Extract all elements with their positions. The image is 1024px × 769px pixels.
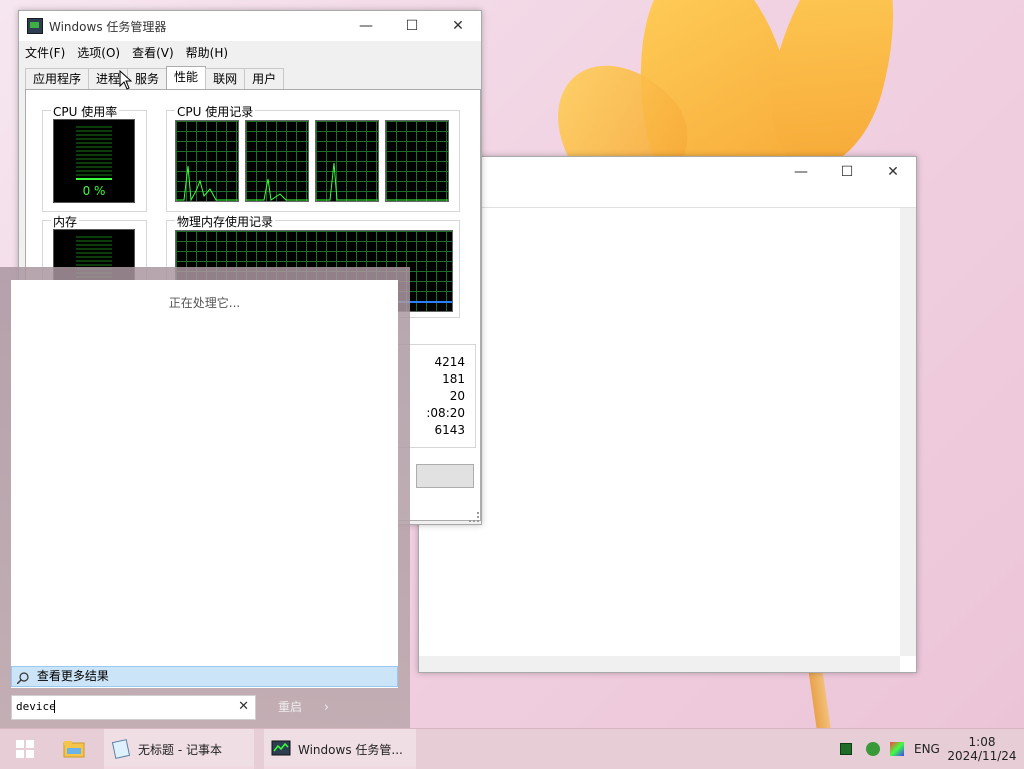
menu-bar: 文件(F) 选项(O) 查看(V) 帮助(H)	[19, 41, 234, 61]
cpu-usage-value: 0 %	[82, 184, 106, 198]
clock[interactable]: 1:08 2024/11/24	[944, 729, 1020, 769]
resource-monitor-button[interactable]	[416, 464, 474, 488]
cpu-history-graph	[315, 120, 379, 202]
horizontal-scrollbar[interactable]	[419, 656, 900, 672]
task-manager-icon	[27, 18, 43, 34]
minimize-button[interactable]: —	[343, 11, 389, 41]
tab-users[interactable]: 用户	[244, 68, 285, 89]
processing-text: 正在处理它...	[168, 296, 241, 310]
stat-value: 6143	[434, 423, 465, 437]
taskbar-app-task-manager[interactable]: Windows 任务管...	[264, 729, 416, 769]
restart-button[interactable]: 重启 ›	[278, 698, 329, 715]
windows-logo-icon	[16, 740, 34, 758]
menu-view[interactable]: 查看(V)	[126, 41, 180, 61]
clear-search-icon[interactable]: ✕	[238, 699, 249, 714]
clock-time: 1:08	[968, 735, 996, 749]
tab-performance[interactable]: 性能	[166, 66, 207, 89]
language-indicator[interactable]: ENG	[914, 742, 940, 756]
cpu-usage-group: CPU 使用率 0 %	[42, 103, 147, 212]
tab-services[interactable]: 服务	[127, 68, 168, 89]
cpu-history-graph	[245, 120, 309, 202]
resize-grip[interactable]	[469, 512, 479, 522]
search-pane: 正在处理它... 查看更多结果 device ✕ 重启 ›	[0, 267, 410, 728]
start-button[interactable]	[8, 729, 42, 769]
search-icon	[16, 671, 29, 684]
see-more-results-button[interactable]: 查看更多结果	[11, 666, 398, 687]
mouse-pointer-icon	[119, 70, 133, 90]
search-results-area: 正在处理它...	[11, 280, 398, 688]
system-tray: ENG	[840, 729, 950, 769]
text-cursor	[54, 700, 55, 713]
file-explorer-button[interactable]	[56, 729, 92, 769]
notepad-icon	[111, 739, 131, 759]
taskbar-app-label: 无标题 - 记事本	[138, 742, 222, 757]
cpu-usage-meter: 0 %	[53, 119, 135, 203]
task-manager-titlebar[interactable]: Windows 任务管理器 — ☐ ✕	[19, 11, 481, 41]
task-manager-icon	[271, 740, 291, 756]
tab-applications[interactable]: 应用程序	[25, 68, 90, 89]
menu-help[interactable]: 帮助(H)	[180, 41, 234, 61]
folder-icon	[63, 741, 85, 758]
stat-value: :08:20	[426, 406, 465, 420]
restart-label: 重启	[278, 700, 303, 714]
display-icon[interactable]	[890, 742, 904, 756]
stat-value: 4214	[434, 355, 465, 369]
see-more-results-label: 查看更多结果	[36, 669, 109, 683]
maximize-button[interactable]: ☐	[824, 157, 870, 187]
close-button[interactable]: ✕	[435, 11, 481, 41]
cpu-usage-label: CPU 使用率	[51, 103, 120, 120]
stat-value: 20	[449, 389, 465, 403]
menu-options[interactable]: 选项(O)	[71, 41, 126, 61]
security-icon[interactable]	[866, 742, 880, 756]
notepad-window: — ☐ ✕	[418, 156, 917, 673]
clock-date: 2024/11/24	[947, 749, 1017, 763]
cpu-history-graph	[385, 120, 449, 202]
chevron-right-icon: ›	[323, 700, 330, 715]
cpu-history-graph	[175, 120, 239, 202]
maximize-button[interactable]: ☐	[389, 11, 435, 41]
taskbar: 无标题 - 记事本 Windows 任务管... ENG 1:08 2024/1…	[0, 728, 1024, 769]
cpu-history-group: CPU 使用记录	[166, 103, 460, 212]
tab-strip: 应用程序 进程 服务 性能 联网 用户	[25, 66, 285, 89]
task-manager-tray-icon[interactable]	[840, 743, 852, 755]
search-query: device	[16, 700, 56, 713]
memory-label: 内存	[51, 213, 80, 230]
stat-value: 181	[442, 372, 465, 386]
notepad-titlebar[interactable]: — ☐ ✕	[419, 157, 916, 187]
taskbar-app-notepad[interactable]: 无标题 - 记事本	[104, 729, 254, 769]
cpu-history-label: CPU 使用记录	[175, 103, 256, 120]
notepad-text-area[interactable]	[419, 207, 916, 672]
vertical-scrollbar[interactable]	[900, 208, 916, 656]
close-button[interactable]: ✕	[870, 157, 916, 187]
memory-history-label: 物理内存使用记录	[175, 213, 276, 230]
minimize-button[interactable]: —	[778, 157, 824, 187]
tab-networking[interactable]: 联网	[205, 68, 246, 89]
task-manager-title: Windows 任务管理器	[49, 20, 167, 34]
menu-file[interactable]: 文件(F)	[19, 41, 71, 61]
taskbar-app-label: Windows 任务管...	[298, 742, 403, 757]
search-input[interactable]: device ✕	[11, 695, 256, 720]
